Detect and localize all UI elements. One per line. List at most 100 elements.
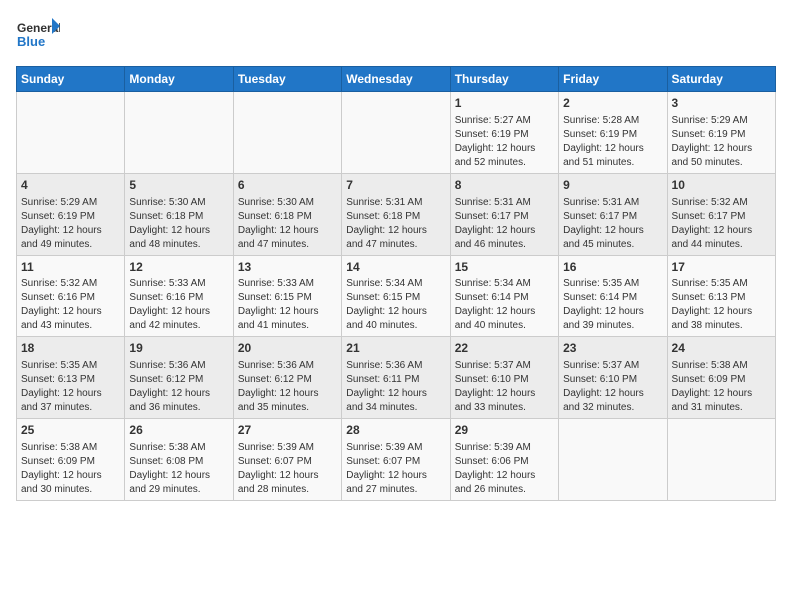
calendar-day-cell: 7 Sunrise: 5:31 AMSunset: 6:18 PMDaylight… [342, 173, 450, 255]
day-info: Sunrise: 5:39 AMSunset: 6:07 PMDaylight:… [346, 441, 445, 497]
day-number: 12 [129, 259, 228, 276]
day-number: 14 [346, 259, 445, 276]
calendar-day-cell: 22 Sunrise: 5:37 AMSunset: 6:10 PMDayligh… [450, 337, 558, 419]
day-number: 28 [346, 422, 445, 439]
day-info: Sunrise: 5:35 AMSunset: 6:14 PMDaylight:… [563, 277, 662, 333]
day-number: 11 [21, 259, 120, 276]
day-info: Sunrise: 5:37 AMSunset: 6:10 PMDaylight:… [563, 359, 662, 415]
calendar-day-cell: 1Sunrise: 5:27 AMSunset: 6:19 PMDaylight… [450, 92, 558, 174]
day-number: 23 [563, 340, 662, 357]
calendar-day-cell: 10Sunrise: 5:32 AMSunset: 6:17 PMDayligh… [667, 173, 775, 255]
calendar-table: SundayMondayTuesdayWednesdayThursdayFrid… [16, 66, 776, 501]
calendar-day-cell: 27 Sunrise: 5:39 AMSunset: 6:07 PMDayligh… [233, 419, 341, 501]
day-number: 29 [455, 422, 554, 439]
day-number: 8 [455, 177, 554, 194]
day-info: Sunrise: 5:35 AMSunset: 6:13 PMDaylight:… [21, 359, 120, 415]
calendar-day-cell [125, 92, 233, 174]
calendar-week-row: 18 Sunrise: 5:35 AMSunset: 6:13 PMDayligh… [17, 337, 776, 419]
day-info: Sunrise: 5:36 AMSunset: 6:11 PMDaylight:… [346, 359, 445, 415]
calendar-day-cell: 28 Sunrise: 5:39 AMSunset: 6:07 PMDayligh… [342, 419, 450, 501]
day-of-week-header: Tuesday [233, 67, 341, 92]
day-of-week-header: Wednesday [342, 67, 450, 92]
day-info: Sunrise: 5:39 AMSunset: 6:07 PMDaylight:… [238, 441, 337, 497]
calendar-day-cell: 6 Sunrise: 5:30 AMSunset: 6:18 PMDaylight… [233, 173, 341, 255]
day-number: 18 [21, 340, 120, 357]
calendar-week-row: 1Sunrise: 5:27 AMSunset: 6:19 PMDaylight… [17, 92, 776, 174]
calendar-day-cell: 12Sunrise: 5:33 AMSunset: 6:16 PMDayligh… [125, 255, 233, 337]
calendar-day-cell: 29 Sunrise: 5:39 AMSunset: 6:06 PMDayligh… [450, 419, 558, 501]
day-info: Sunrise: 5:31 AMSunset: 6:17 PMDaylight:… [455, 196, 554, 252]
day-number: 21 [346, 340, 445, 357]
day-of-week-header: Sunday [17, 67, 125, 92]
day-number: 7 [346, 177, 445, 194]
day-of-week-header: Monday [125, 67, 233, 92]
calendar-week-row: 11Sunrise: 5:32 AMSunset: 6:16 PMDayligh… [17, 255, 776, 337]
day-number: 6 [238, 177, 337, 194]
calendar-day-cell: 17Sunrise: 5:35 AMSunset: 6:13 PMDayligh… [667, 255, 775, 337]
day-number: 13 [238, 259, 337, 276]
calendar-day-cell: 11Sunrise: 5:32 AMSunset: 6:16 PMDayligh… [17, 255, 125, 337]
calendar-day-cell: 20 Sunrise: 5:36 AMSunset: 6:12 PMDayligh… [233, 337, 341, 419]
day-number: 5 [129, 177, 228, 194]
svg-text:Blue: Blue [17, 34, 45, 49]
day-number: 17 [672, 259, 771, 276]
day-number: 10 [672, 177, 771, 194]
calendar-week-row: 25 Sunrise: 5:38 AMSunset: 6:09 PMDayligh… [17, 419, 776, 501]
calendar-header-row: SundayMondayTuesdayWednesdayThursdayFrid… [17, 67, 776, 92]
calendar-day-cell: 25 Sunrise: 5:38 AMSunset: 6:09 PMDayligh… [17, 419, 125, 501]
day-info: Sunrise: 5:33 AMSunset: 6:15 PMDaylight:… [238, 277, 337, 333]
calendar-day-cell: 9 Sunrise: 5:31 AMSunset: 6:17 PMDaylight… [559, 173, 667, 255]
calendar-week-row: 4Sunrise: 5:29 AMSunset: 6:19 PMDaylight… [17, 173, 776, 255]
day-number: 16 [563, 259, 662, 276]
day-number: 9 [563, 177, 662, 194]
day-info: Sunrise: 5:38 AMSunset: 6:09 PMDaylight:… [672, 359, 771, 415]
calendar-day-cell: 2 Sunrise: 5:28 AMSunset: 6:19 PMDaylight… [559, 92, 667, 174]
day-info: Sunrise: 5:38 AMSunset: 6:08 PMDaylight:… [129, 441, 228, 497]
calendar-day-cell: 15Sunrise: 5:34 AMSunset: 6:14 PMDayligh… [450, 255, 558, 337]
day-info: Sunrise: 5:32 AMSunset: 6:16 PMDaylight:… [21, 277, 120, 333]
calendar-day-cell: 26 Sunrise: 5:38 AMSunset: 6:08 PMDayligh… [125, 419, 233, 501]
calendar-day-cell: 16Sunrise: 5:35 AMSunset: 6:14 PMDayligh… [559, 255, 667, 337]
calendar-day-cell [559, 419, 667, 501]
day-info: Sunrise: 5:36 AMSunset: 6:12 PMDaylight:… [238, 359, 337, 415]
calendar-day-cell: 24Sunrise: 5:38 AMSunset: 6:09 PMDayligh… [667, 337, 775, 419]
calendar-day-cell: 5 Sunrise: 5:30 AMSunset: 6:18 PMDaylight… [125, 173, 233, 255]
day-number: 15 [455, 259, 554, 276]
day-info: Sunrise: 5:31 AMSunset: 6:17 PMDaylight:… [563, 196, 662, 252]
day-info: Sunrise: 5:38 AMSunset: 6:09 PMDaylight:… [21, 441, 120, 497]
logo-svg: General Blue [16, 16, 60, 58]
calendar-day-cell [342, 92, 450, 174]
day-of-week-header: Thursday [450, 67, 558, 92]
day-info: Sunrise: 5:37 AMSunset: 6:10 PMDaylight:… [455, 359, 554, 415]
day-info: Sunrise: 5:39 AMSunset: 6:06 PMDaylight:… [455, 441, 554, 497]
day-info: Sunrise: 5:33 AMSunset: 6:16 PMDaylight:… [129, 277, 228, 333]
day-info: Sunrise: 5:28 AMSunset: 6:19 PMDaylight:… [563, 114, 662, 170]
calendar-day-cell: 21 Sunrise: 5:36 AMSunset: 6:11 PMDayligh… [342, 337, 450, 419]
calendar-day-cell: 18 Sunrise: 5:35 AMSunset: 6:13 PMDayligh… [17, 337, 125, 419]
calendar-day-cell: 3Sunrise: 5:29 AMSunset: 6:19 PMDaylight… [667, 92, 775, 174]
day-info: Sunrise: 5:36 AMSunset: 6:12 PMDaylight:… [129, 359, 228, 415]
calendar-day-cell [667, 419, 775, 501]
logo: General Blue [16, 16, 60, 58]
day-number: 20 [238, 340, 337, 357]
day-info: Sunrise: 5:31 AMSunset: 6:18 PMDaylight:… [346, 196, 445, 252]
day-number: 1 [455, 95, 554, 112]
calendar-day-cell: 4Sunrise: 5:29 AMSunset: 6:19 PMDaylight… [17, 173, 125, 255]
day-number: 25 [21, 422, 120, 439]
day-number: 19 [129, 340, 228, 357]
day-number: 27 [238, 422, 337, 439]
calendar-day-cell: 23 Sunrise: 5:37 AMSunset: 6:10 PMDayligh… [559, 337, 667, 419]
page-header: General Blue [16, 16, 776, 58]
day-info: Sunrise: 5:29 AMSunset: 6:19 PMDaylight:… [672, 114, 771, 170]
calendar-day-cell: 8 Sunrise: 5:31 AMSunset: 6:17 PMDaylight… [450, 173, 558, 255]
calendar-day-cell [233, 92, 341, 174]
calendar-day-cell: 14Sunrise: 5:34 AMSunset: 6:15 PMDayligh… [342, 255, 450, 337]
day-info: Sunrise: 5:30 AMSunset: 6:18 PMDaylight:… [129, 196, 228, 252]
day-number: 22 [455, 340, 554, 357]
day-number: 2 [563, 95, 662, 112]
calendar-day-cell: 13Sunrise: 5:33 AMSunset: 6:15 PMDayligh… [233, 255, 341, 337]
day-number: 26 [129, 422, 228, 439]
day-info: Sunrise: 5:34 AMSunset: 6:15 PMDaylight:… [346, 277, 445, 333]
day-info: Sunrise: 5:35 AMSunset: 6:13 PMDaylight:… [672, 277, 771, 333]
day-info: Sunrise: 5:30 AMSunset: 6:18 PMDaylight:… [238, 196, 337, 252]
